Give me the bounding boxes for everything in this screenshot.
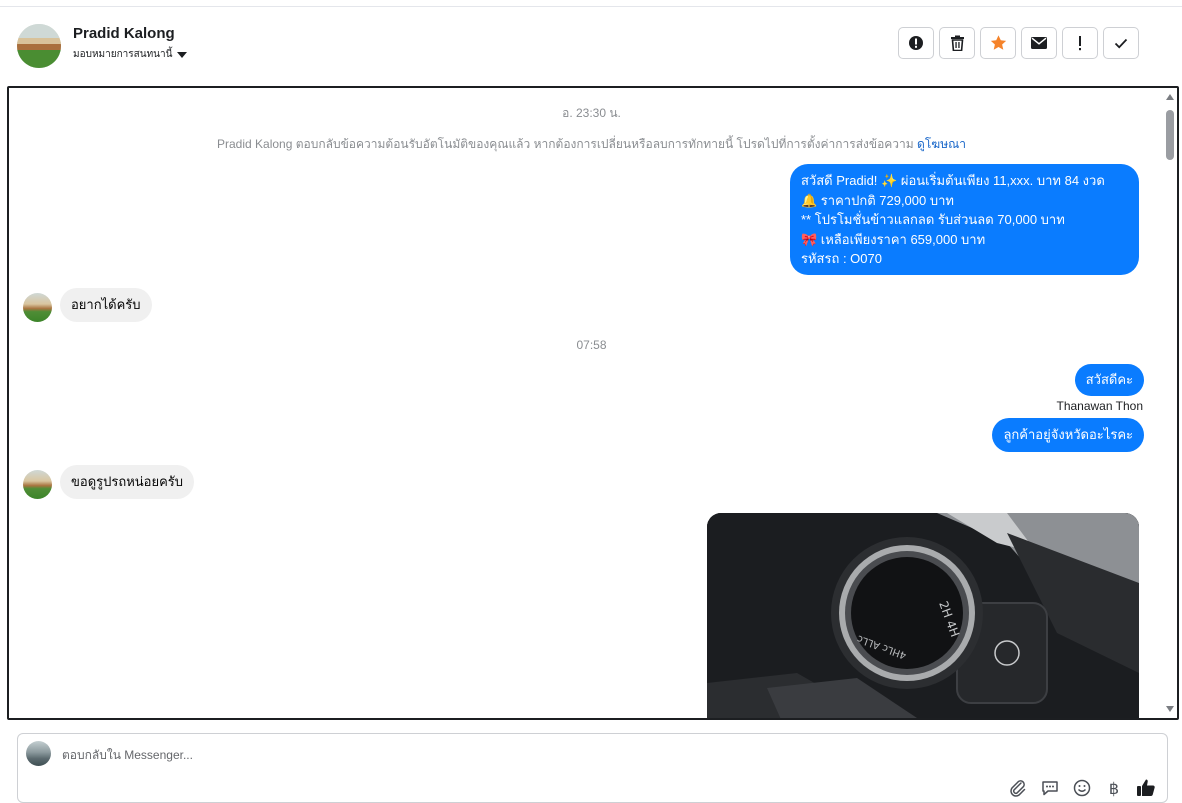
car-photo-attachment[interactable]: 2H 4H 4HLc ALLc xyxy=(707,513,1139,718)
scroll-down-arrow-icon[interactable] xyxy=(1166,706,1174,712)
sender-name: Thanawan Thon xyxy=(1056,399,1143,413)
timestamp: 07:58 xyxy=(576,338,607,352)
follow-up-button[interactable] xyxy=(1062,27,1098,59)
reply-composer: ฿ xyxy=(17,733,1168,803)
checkmark-icon xyxy=(1114,38,1128,48)
thread-scrollbar[interactable] xyxy=(1161,88,1177,718)
star-icon xyxy=(990,35,1006,50)
envelope-icon xyxy=(1031,37,1047,49)
thumbs-up-icon xyxy=(1137,779,1155,796)
scroll-thumb[interactable] xyxy=(1166,110,1174,160)
done-button[interactable] xyxy=(1103,27,1139,59)
contact-name[interactable]: Pradid Kalong xyxy=(73,25,175,42)
chevron-down-icon xyxy=(177,51,188,58)
exclamation-icon xyxy=(1079,36,1081,51)
delete-button[interactable] xyxy=(939,27,975,59)
composer-tools: ฿ xyxy=(1008,778,1156,798)
attachment-button[interactable] xyxy=(1008,778,1028,798)
saved-replies-button[interactable] xyxy=(1040,778,1060,798)
spam-alert-button[interactable] xyxy=(898,27,934,59)
paperclip-icon xyxy=(1010,780,1026,797)
baht-icon: ฿ xyxy=(1108,778,1120,798)
outgoing-message-bubble[interactable]: ลูกค้าอยู่จังหวัดอะไรคะ xyxy=(992,418,1144,452)
scroll-up-arrow-icon[interactable] xyxy=(1166,94,1174,100)
car-gear-knob-image: 2H 4H 4HLc ALLc xyxy=(707,513,1139,718)
smiley-icon xyxy=(1073,779,1091,797)
reply-input[interactable] xyxy=(62,748,862,762)
incoming-message-bubble[interactable]: ขอดูรูปรถหน่อยครับ xyxy=(60,465,195,499)
promo-line: รหัสรถ : O070 xyxy=(801,251,882,266)
auto-reply-text: Pradid Kalong ตอบกลับข้อความต้อนรับอัตโน… xyxy=(217,137,914,151)
assign-conversation-dropdown[interactable]: มอบหมายการสนทนานี้ xyxy=(73,47,188,62)
conversation-header: Pradid Kalong มอบหมายการสนทนานี้ xyxy=(0,6,1182,84)
incoming-message-bubble[interactable]: อยากได้ครับ xyxy=(60,288,152,322)
action-toolbar xyxy=(898,27,1139,59)
timestamp: อ. 23:30 น. xyxy=(562,106,621,120)
promo-message-bubble[interactable]: สวัสดี Pradid! ✨ ผ่อนเริ่มต้นเพียง 11,xx… xyxy=(790,164,1139,275)
trash-icon xyxy=(950,35,964,51)
assign-label: มอบหมายการสนทนานี้ xyxy=(73,49,173,60)
alert-circle-icon xyxy=(909,36,923,50)
promo-line: ** โปรโมชั่นข้าวแลกลด รับส่วนลด 70,000 บ… xyxy=(801,212,1065,227)
like-button[interactable] xyxy=(1136,778,1156,798)
message-thread[interactable]: อ. 23:30 น. Pradid Kalong ตอบกลับข้อความ… xyxy=(7,86,1179,720)
contact-avatar[interactable] xyxy=(17,24,61,68)
chat-bubble-icon xyxy=(1042,781,1058,796)
page-avatar xyxy=(26,741,51,766)
emoji-button[interactable] xyxy=(1072,778,1092,798)
promo-line: สวัสดี Pradid! ✨ ผ่อนเริ่มต้นเพียง 11,xx… xyxy=(801,173,1105,188)
contact-avatar-small xyxy=(23,470,52,499)
outgoing-message-bubble[interactable]: สวัสดีคะ xyxy=(1074,364,1144,396)
auto-reply-notice: Pradid Kalong ตอบกลับข้อความต้อนรับอัตโน… xyxy=(9,135,1174,154)
contact-avatar-small xyxy=(23,293,52,322)
mark-unread-button[interactable] xyxy=(1021,27,1057,59)
star-button[interactable] xyxy=(980,27,1016,59)
promo-line: 🔔 ราคาปกติ 729,000 บาท xyxy=(801,192,954,208)
promo-line: 🎀 เหลือเพียงราคา 659,000 บาท xyxy=(801,231,986,247)
view-ad-link[interactable]: ดูโฆษณา xyxy=(917,137,966,151)
payment-button[interactable]: ฿ xyxy=(1104,778,1124,798)
